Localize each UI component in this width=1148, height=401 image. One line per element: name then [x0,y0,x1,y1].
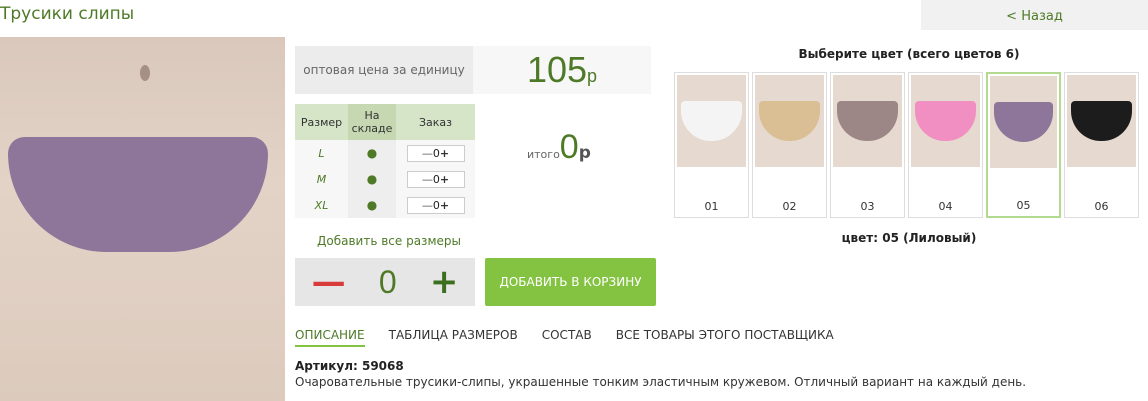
swatch-number: 05 [1016,199,1031,212]
swatch-number: 04 [938,200,953,213]
header-order: Заказ [418,115,453,129]
tab-supplier-products[interactable]: ВСЕ ТОВАРЫ ЭТОГО ПОСТАВЩИКА [616,328,834,347]
product-tabs: ОПИСАНИЕ ТАБЛИЦА РАЗМЕРОВ СОСТАВ ВСЕ ТОВ… [295,328,858,347]
quantity-value[interactable]: 0 [433,173,440,186]
minus-button[interactable]: — [312,262,346,302]
quantity-display: 0 [378,263,397,300]
color-swatches: 01 02 03 04 05 06 [674,72,1142,218]
price-label: оптовая цена за единицу [295,46,473,94]
tab-size-chart[interactable]: ТАБЛИЦА РАЗМЕРОВ [389,328,518,347]
decrement-button[interactable]: — [422,199,433,212]
photo-product-shape [8,137,268,252]
swatch-thumbnail [911,75,980,167]
page-title: Трусики слипы [0,4,135,24]
increment-button[interactable]: + [440,173,449,186]
color-swatch[interactable]: 06 [1064,72,1139,218]
tab-description[interactable]: ОПИСАНИЕ [295,328,365,347]
quantity-control: — 0 + [295,258,475,306]
quantity-stepper: — 0 + [406,170,465,188]
price-box: оптовая цена за единицу 105р [295,46,651,94]
swatch-color [681,101,742,141]
article-number: Артикул: 59068 [295,359,404,373]
header-size: Размер [300,115,343,129]
size-table-header: Размер На складе Заказ [295,104,475,140]
header-stock: На складе [348,104,396,140]
size-label: XL [314,198,329,212]
color-swatch[interactable]: 01 [674,72,749,218]
table-row: M ● — 0 + [295,166,475,192]
size-label: L [318,146,325,160]
swatch-thumbnail [990,76,1057,168]
total-label: итого [527,148,560,161]
price-number: 105 [526,49,588,90]
total: итого0р [527,128,591,167]
swatch-thumbnail [677,75,746,167]
product-description: Очаровательные трусики-слипы, украшенные… [295,375,1027,389]
decrement-button[interactable]: — [422,147,433,160]
photo-detail [140,65,150,81]
back-link[interactable]: < Назад [921,0,1148,30]
quantity-stepper: — 0 + [406,144,465,162]
swatch-color [837,101,898,141]
swatch-number: 06 [1094,200,1109,213]
table-row: L ● — 0 + [295,140,475,166]
add-all-sizes-link[interactable]: Добавить все размеры [317,234,461,248]
tab-composition[interactable]: СОСТАВ [542,328,592,347]
swatch-number: 03 [860,200,875,213]
total-currency: р [578,143,591,163]
table-row: XL ● — 0 + [295,192,475,218]
decrement-button[interactable]: — [422,173,433,186]
color-picker-heading: Выберите цвет (всего цветов 6) [798,47,1020,61]
plus-button[interactable]: + [430,262,459,302]
stock-dot: ● [348,140,396,166]
swatch-color [915,101,976,141]
swatch-thumbnail [833,75,902,167]
swatch-number: 02 [782,200,797,213]
increment-button[interactable]: + [440,147,449,160]
swatch-thumbnail [755,75,824,167]
quantity-value[interactable]: 0 [433,199,440,212]
quantity-stepper: — 0 + [406,196,465,214]
color-swatch-selected[interactable]: 05 [986,72,1061,218]
stock-dot: ● [348,192,396,218]
size-label: M [316,172,327,186]
add-to-cart-button[interactable]: ДОБАВИТЬ В КОРЗИНУ [485,258,656,306]
total-value: 0 [559,128,579,166]
color-swatch[interactable]: 04 [908,72,983,218]
color-swatch[interactable]: 03 [830,72,905,218]
size-table: Размер На складе Заказ L ● — 0 + M ● — 0… [295,104,475,218]
stock-dot: ● [348,166,396,192]
swatch-color [1071,101,1132,141]
product-photo[interactable] [0,37,285,401]
swatch-thumbnail [1067,75,1136,167]
increment-button[interactable]: + [440,199,449,212]
price-currency: р [587,66,598,86]
swatch-color [994,102,1053,142]
price-value: 105р [473,46,651,94]
quantity-value[interactable]: 0 [433,147,440,160]
color-swatch[interactable]: 02 [752,72,827,218]
selected-color-label: цвет: 05 (Лиловый) [841,231,977,245]
swatch-number: 01 [704,200,719,213]
swatch-color [759,101,820,141]
